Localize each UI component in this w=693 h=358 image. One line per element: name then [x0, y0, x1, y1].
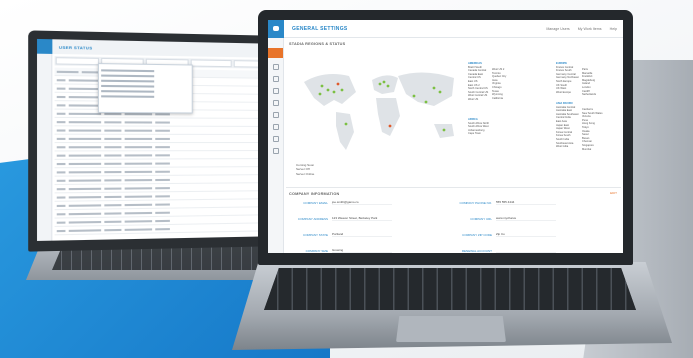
field-label: COMPANY EMAIL: [303, 200, 328, 205]
legend-server-online: Server Online: [296, 171, 315, 176]
back-header: USER STATUS: [37, 38, 278, 58]
field-label: RENEWAL ACCOUNT: [461, 248, 492, 253]
back-dropdown-menu[interactable]: [97, 63, 193, 114]
field-value[interactable]: Portland: [332, 232, 392, 237]
company-field-left: COMPANY ADDRESS 123 Weaver Street, Berkel…: [292, 216, 392, 221]
logo-icon: [37, 38, 53, 54]
region-column: ASIA PACIFIC Australia Central Australia E…: [556, 102, 579, 149]
region-item[interactable]: West India: [556, 145, 579, 149]
map-legend: Coming Soon Server Off Server Online: [296, 163, 314, 176]
field-value[interactable]: 123 Weaver Street, Berkeley Park: [332, 216, 392, 221]
field-label: COMPANY PHONE NO.: [459, 200, 492, 205]
sidebar-icon[interactable]: [272, 148, 279, 154]
field-value[interactable]: www.mycharve: [496, 216, 556, 221]
field-value[interactable]: joe.smith@gamo.co: [332, 200, 392, 205]
front-laptop-trackpad: [396, 316, 506, 342]
map-section-title: STADIA REGIONS & STATUS: [289, 42, 346, 46]
region-item[interactable]: Cape Town: [468, 132, 489, 136]
back-sidebar[interactable]: [37, 53, 53, 241]
logo-icon: [268, 20, 284, 38]
region-column: Paris Marseille Frankfurt Magdeburg Ireland L…: [582, 68, 596, 97]
region-column: AFRICA South Africa North South Africa Wes…: [468, 118, 489, 136]
main-content: STADIA REGIONS & STATUS Coming Soon Serv…: [286, 40, 621, 253]
region-item[interactable]: California: [492, 97, 506, 101]
sidebar-icon[interactable]: [272, 112, 279, 118]
sidebar-icon[interactable]: [272, 124, 279, 130]
field-value[interactable]: Zip Co: [496, 232, 556, 237]
field-label: COMPANY ADDRESS: [297, 216, 328, 221]
front-laptop-keyboard: [264, 268, 636, 310]
map-panel: Coming Soon Server Off Server Online AME…: [286, 48, 621, 188]
back-window-title: USER STATUS: [58, 44, 93, 50]
region-column: EUROPE France Central France South Germany …: [556, 62, 579, 94]
company-field-right: RENEWAL ACCOUNT: [456, 248, 556, 253]
region-item[interactable]: West Europe: [556, 91, 579, 95]
company-field-right: COMPANY URL www.mycharve: [456, 216, 556, 221]
sidebar-icon[interactable]: [272, 136, 279, 142]
field-value[interactable]: [496, 248, 556, 253]
sidebar: [268, 38, 284, 253]
header-menu: Manage Users My Work Items Help: [546, 27, 617, 31]
header-item-help[interactable]: Help: [610, 27, 617, 31]
front-laptop-screen: GENERAL SETTINGS Manage Users My Work It…: [268, 20, 623, 253]
header-item-manage-users[interactable]: Manage Users: [546, 27, 569, 31]
back-laptop-screen: USER STATUS: [37, 38, 278, 241]
chart-icon[interactable]: [272, 88, 279, 94]
company-field-left: COMPANY EMAIL joe.smith@gamo.co: [292, 200, 392, 205]
field-value[interactable]: Growing: [332, 248, 392, 253]
table-row[interactable]: [54, 126, 276, 135]
settings-icon[interactable]: [272, 100, 279, 106]
users-icon[interactable]: [272, 76, 279, 82]
field-value[interactable]: 555 555 4444: [496, 200, 556, 205]
company-field-left: COMPANY SIZE Growing: [292, 248, 392, 253]
company-field-right: COMPANY PHONE NO. 555 555 4444: [456, 200, 556, 205]
region-item[interactable]: West US: [468, 98, 488, 102]
world-map[interactable]: [294, 62, 464, 157]
region-column: AMERICAS Brazil South Canada Central Canada…: [468, 62, 488, 102]
front-laptop-lid: GENERAL SETTINGS Manage Users My Work It…: [258, 10, 633, 265]
region-column: West US 2 Toronto Quebec City Iowa Virginia C…: [492, 68, 506, 100]
header-item-my-work-items[interactable]: My Work Items: [578, 27, 602, 31]
company-field-right: COMPANY ZIP CODE Zip Co: [456, 232, 556, 237]
table-row[interactable]: [54, 134, 276, 144]
company-field-left: COMPANY STATE Portland: [292, 232, 392, 237]
company-panel: COMPANY INFORMATION EDIT COMPANY EMAIL jo…: [286, 190, 621, 253]
company-section-title: COMPANY INFORMATION: [289, 192, 340, 196]
dashboard-icon[interactable]: [272, 64, 279, 70]
field-label: COMPANY URL: [470, 216, 492, 221]
field-label: COMPANY STATE: [303, 232, 328, 237]
region-item[interactable]: Netherlands: [582, 93, 596, 97]
back-laptop-lid: USER STATUS: [28, 30, 285, 252]
field-label: COMPANY ZIP CODE: [462, 232, 492, 237]
sidebar-item-active[interactable]: [268, 48, 283, 58]
edit-link[interactable]: EDIT: [610, 191, 617, 195]
page-title: GENERAL SETTINGS: [292, 25, 348, 32]
region-item[interactable]: Mumbai: [582, 148, 603, 152]
app-header: GENERAL SETTINGS Manage Users My Work It…: [268, 20, 623, 38]
region-column: Canberra New South Wales Victoria Pune Hong …: [582, 108, 603, 151]
field-label: COMPANY SIZE: [305, 248, 328, 253]
